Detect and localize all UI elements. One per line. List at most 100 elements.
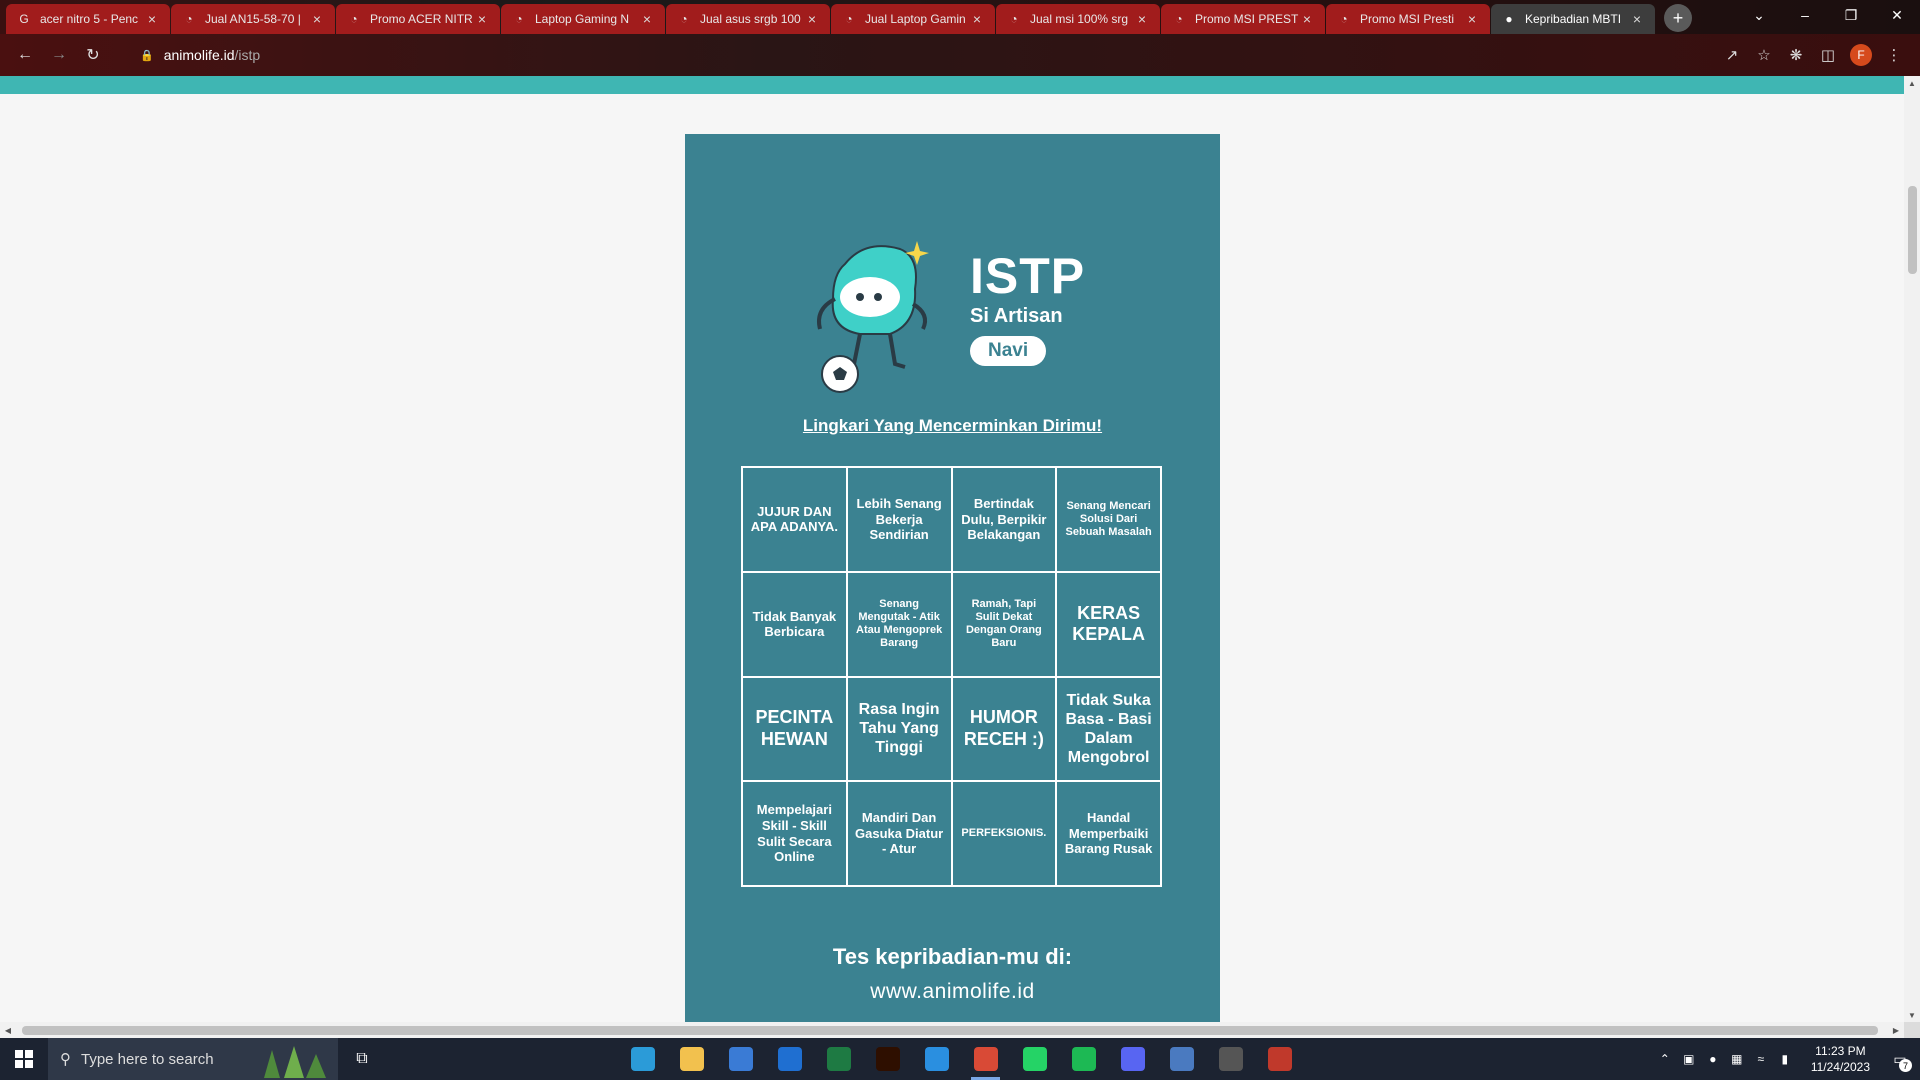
taskbar-app[interactable] [1108, 1038, 1157, 1080]
microphone-icon[interactable]: ● [1701, 1052, 1725, 1066]
restore-button[interactable]: ❐ [1828, 0, 1874, 30]
tokopedia-icon: ◔ [1010, 12, 1018, 26]
trait-cell: Lebih Senang Bekerja Sendirian [846, 467, 952, 572]
browser-tab[interactable]: ● Kepribadian MBTI × [1491, 4, 1655, 34]
taskbar-app[interactable] [667, 1038, 716, 1080]
horizontal-scroll-thumb[interactable] [22, 1026, 1878, 1035]
share-icon[interactable]: ↗ [1716, 39, 1748, 71]
taskbar-app[interactable] [912, 1038, 961, 1080]
tab-strip: Gacer nitro 5 - Penc × ◔ Jual AN15-58-70 | ×… [0, 0, 1920, 34]
scroll-left-arrow-icon[interactable]: ◀ [0, 1022, 16, 1038]
tab-close-icon[interactable]: × [1629, 11, 1645, 27]
taskbar-app[interactable] [863, 1038, 912, 1080]
trait-cell: Ramah, Tapi Sulit Dekat Dengan Orang Bar… [951, 571, 1057, 677]
taskbar-app[interactable] [1010, 1038, 1059, 1080]
notification-center-icon[interactable]: ▭ 7 [1880, 1038, 1920, 1080]
browser-tab[interactable]: ◔ Laptop Gaming N × [501, 4, 665, 34]
vertical-scroll-thumb[interactable] [1908, 186, 1917, 274]
mascot-illustration [817, 241, 929, 393]
tab-title: Jual Laptop Gamin [865, 12, 966, 26]
minimize-button[interactable]: – [1782, 0, 1828, 30]
taskbar-search[interactable]: ⚲ Type here to search [48, 1038, 338, 1080]
browser-tab[interactable]: ◔ Promo ACER NITR × [336, 4, 500, 34]
tab-close-icon[interactable]: × [1464, 11, 1480, 27]
browser-tab[interactable]: Gacer nitro 5 - Penc × [6, 4, 170, 34]
chrome-icon [973, 1047, 998, 1071]
tab-close-icon[interactable]: × [1134, 11, 1150, 27]
bookmark-star-icon[interactable]: ☆ [1748, 39, 1780, 71]
cta-url[interactable]: www.animolife.id [685, 980, 1220, 1004]
battery-icon[interactable]: ▮ [1773, 1052, 1797, 1066]
trait-cell: HUMOR RECEH :) [951, 676, 1057, 782]
excel-icon [826, 1047, 851, 1071]
tab-title: Jual AN15-58-70 | [205, 12, 301, 26]
menu-icon[interactable]: ⋮ [1878, 39, 1910, 71]
camera-icon[interactable]: ▣ [1677, 1052, 1701, 1066]
taskbar-app[interactable] [961, 1038, 1010, 1080]
taskbar-app[interactable] [765, 1038, 814, 1080]
tab-search-icon[interactable]: ⌄ [1736, 0, 1782, 30]
type-nickname: Si Artisan [970, 305, 1063, 327]
tab-title: acer nitro 5 - Penc [40, 12, 139, 26]
windows-logo-icon [15, 1050, 33, 1068]
tab-close-icon[interactable]: × [1299, 11, 1315, 27]
chevron-up-icon[interactable]: ⌃ [1653, 1052, 1677, 1066]
clock[interactable]: 11:23 PM 11/24/2023 [1811, 1043, 1870, 1075]
browser-tab[interactable]: ◔ Promo MSI Presti × [1326, 4, 1490, 34]
tab-close-icon[interactable]: × [309, 11, 325, 27]
taskbar-app[interactable] [716, 1038, 765, 1080]
browser-tab[interactable]: ◔ Promo MSI PREST × [1161, 4, 1325, 34]
tab-close-icon[interactable]: × [804, 11, 820, 27]
browser-tab[interactable]: ◔ Jual AN15-58-70 | × [171, 4, 335, 34]
taskbar-app[interactable] [618, 1038, 667, 1080]
google-icon: G [19, 12, 29, 26]
tab-close-icon[interactable]: × [144, 11, 160, 27]
task-view-icon[interactable]: ⧉ [338, 1038, 386, 1080]
wifi-icon[interactable]: ≈ [1749, 1052, 1773, 1066]
browser-tab[interactable]: ◔ Jual Laptop Gamin × [831, 4, 995, 34]
close-window-button[interactable]: ✕ [1874, 0, 1920, 30]
browser-tab[interactable]: ◔ Jual asus srgb 100 × [666, 4, 830, 34]
new-tab-button[interactable]: + [1664, 4, 1692, 32]
taskbar-app[interactable] [1059, 1038, 1108, 1080]
tokopedia-icon: ◔ [1175, 12, 1183, 26]
profile-avatar[interactable]: F [1850, 44, 1872, 66]
vertical-scrollbar[interactable]: ▲ ▼ [1904, 76, 1920, 1022]
taskbar-app[interactable] [1157, 1038, 1206, 1080]
trait-cell: PECINTA HEWAN [742, 676, 847, 782]
trait-grid: JUJUR DAN APA ADANYA. Lebih Senang Bekerj… [741, 466, 1162, 887]
scroll-right-arrow-icon[interactable]: ▶ [1888, 1022, 1904, 1038]
forward-button[interactable]: → [44, 40, 74, 70]
header-strip [0, 76, 1904, 94]
tab-title: Jual msi 100% srg [1030, 12, 1129, 26]
tokopedia-icon: ◔ [680, 12, 688, 26]
character-badge: Navi [970, 336, 1047, 366]
taskbar-app[interactable] [1206, 1038, 1255, 1080]
extensions-icon[interactable]: ❋ [1780, 39, 1812, 71]
taskbar-app[interactable] [814, 1038, 863, 1080]
trait-cell: Mempelajari Skill - Skill Sulit Secara O… [742, 781, 847, 886]
settings-icon [1218, 1047, 1243, 1071]
pinned-apps [618, 1038, 1304, 1080]
trait-cell: PERFEKSIONIS. [951, 781, 1057, 886]
scroll-down-arrow-icon[interactable]: ▼ [1904, 1008, 1920, 1022]
scroll-up-arrow-icon[interactable]: ▲ [1904, 76, 1920, 90]
side-panel-icon[interactable]: ◫ [1812, 39, 1844, 71]
trait-cell: Tidak Suka Basa - Basi Dalam Mengobrol [1056, 676, 1161, 782]
back-button[interactable]: ← [10, 40, 40, 70]
clock-time: 11:23 PM [1815, 1044, 1866, 1058]
taskbar-app[interactable] [1255, 1038, 1304, 1080]
address-bar[interactable]: 🔒 animolife.id/istp [128, 39, 1716, 71]
tab-close-icon[interactable]: × [639, 11, 655, 27]
microsoft-store-icon [728, 1047, 753, 1071]
cta: Tes kepribadian-mu di: www.animolife.id [685, 944, 1220, 1004]
tab-title: Laptop Gaming N [535, 12, 630, 26]
browser-tab[interactable]: ◔ Jual msi 100% srg × [996, 4, 1160, 34]
trait-cell: Bertindak Dulu, Berpikir Belakangan [951, 467, 1057, 572]
start-button[interactable] [0, 1038, 48, 1080]
horizontal-scrollbar[interactable]: ◀ ▶ [0, 1022, 1904, 1038]
tab-close-icon[interactable]: × [969, 11, 985, 27]
display-icon[interactable]: ▦ [1725, 1052, 1749, 1066]
tab-close-icon[interactable]: × [474, 11, 490, 27]
reload-button[interactable]: ↻ [78, 40, 108, 70]
